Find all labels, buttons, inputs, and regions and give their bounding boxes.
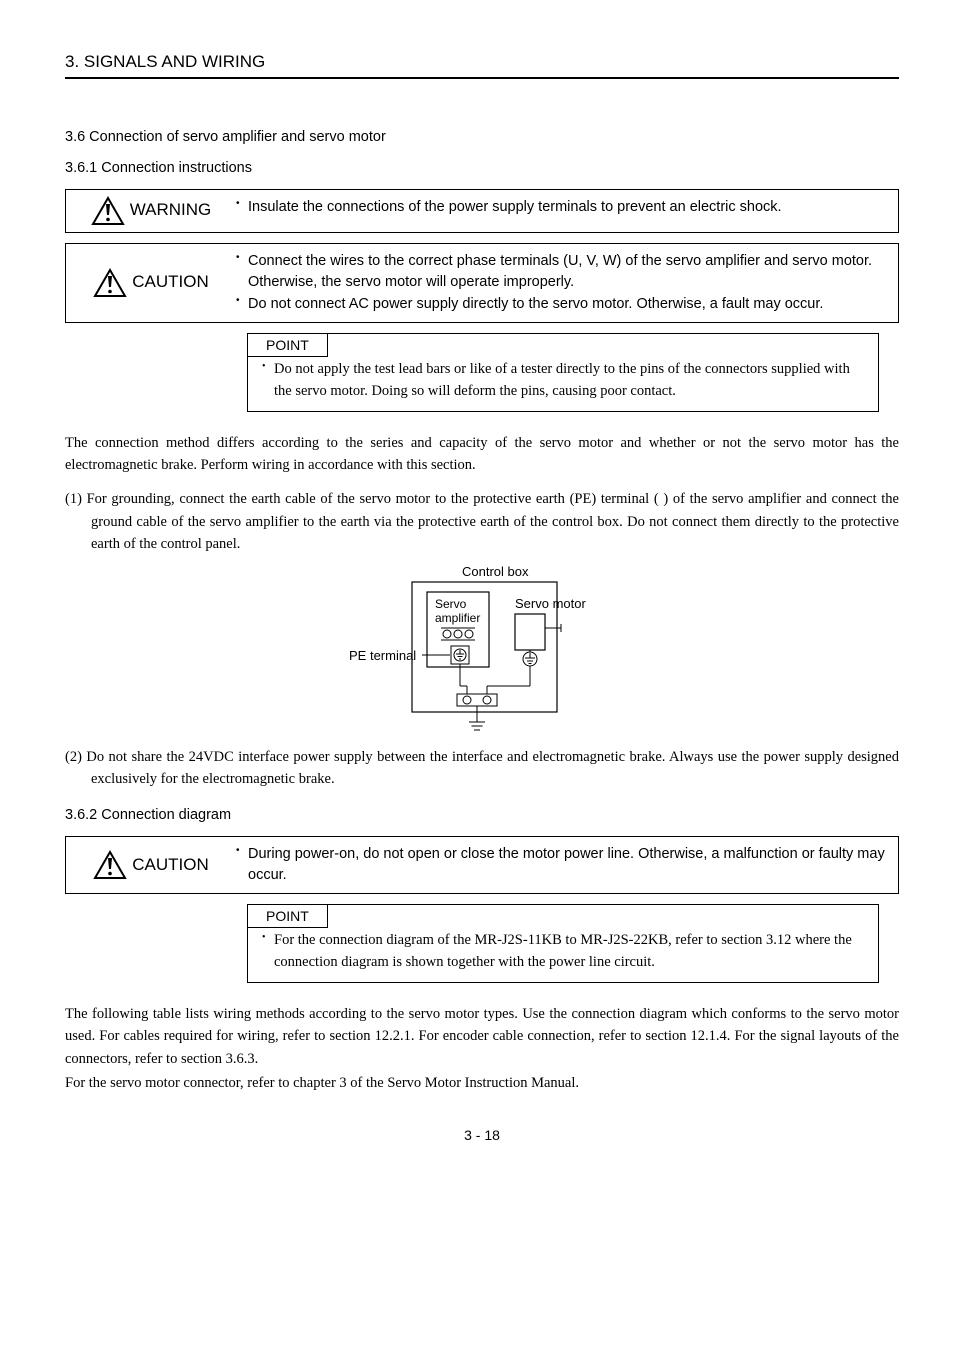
caution-label-2: CAUTION — [66, 837, 236, 893]
page-number: 3 - 18 — [65, 1125, 899, 1145]
num1-prefix: (1) — [65, 491, 87, 507]
point1-text: Do not apply the test lead bars or like … — [262, 359, 864, 403]
numbered-item-1: (1) For grounding, connect the earth cab… — [65, 488, 899, 555]
warning-box: WARNING Insulate the connections of the … — [65, 189, 899, 233]
diagram-pe-label: PE terminal — [349, 648, 416, 663]
heading-3-6-1: 3.6.1 Connection instructions — [65, 158, 899, 179]
caution2-item1: During power-on, do not open or close th… — [236, 844, 886, 886]
num2-text: Do not share the 24VDC interface power s… — [86, 749, 899, 787]
diagram-title: Control box — [462, 564, 529, 579]
num1-text: For grounding, connect the earth cable o… — [87, 491, 899, 552]
paragraph-intro: The connection method differs according … — [65, 432, 899, 477]
caution-box-1: CAUTION Connect the wires to the correct… — [65, 243, 899, 323]
warning-label: WARNING — [66, 190, 236, 232]
caution-label-text-2: CAUTION — [132, 853, 209, 878]
caution1-item1: Connect the wires to the correct phase t… — [236, 251, 886, 293]
caution1-item2: Do not connect AC power supply directly … — [236, 294, 886, 315]
point-content-2: For the connection diagram of the MR-J2S… — [248, 928, 878, 982]
point-tab-1: POINT — [248, 334, 328, 357]
caution-label-text-1: CAUTION — [132, 270, 209, 295]
control-box-diagram: Control box Servo amplifier PE terminal … — [317, 564, 647, 734]
warning-text: Insulate the connections of the power su… — [236, 190, 898, 232]
caution-text-2: During power-on, do not open or close th… — [236, 837, 898, 893]
caution-box-2: CAUTION During power-on, do not open or … — [65, 836, 899, 894]
paragraph-tail-2: For the servo motor connector, refer to … — [65, 1072, 899, 1094]
paragraph-tail-1: The following table lists wiring methods… — [65, 1003, 899, 1070]
point2-text: For the connection diagram of the MR-J2S… — [262, 930, 864, 974]
point-tab-2: POINT — [248, 905, 328, 928]
diagram-motor-label: Servo motor — [515, 596, 586, 611]
point-box-2: POINT For the connection diagram of the … — [247, 904, 879, 983]
warning-triangle-icon — [91, 196, 125, 226]
caution-text-1: Connect the wires to the correct phase t… — [236, 244, 898, 322]
heading-3-6: 3.6 Connection of servo amplifier and se… — [65, 127, 899, 148]
heading-3-6-2: 3.6.2 Connection diagram — [65, 805, 899, 826]
num2-prefix: (2) — [65, 749, 86, 765]
diagram-amp-label-1: Servo — [435, 597, 467, 611]
section-header: 3. SIGNALS AND WIRING — [65, 50, 899, 79]
warning-label-text: WARNING — [130, 198, 212, 223]
caution-triangle-icon-2 — [93, 850, 127, 880]
point-box-1: POINT Do not apply the test lead bars or… — [247, 333, 879, 412]
warning-item: Insulate the connections of the power su… — [236, 197, 886, 218]
caution-label-1: CAUTION — [66, 244, 236, 322]
numbered-item-2: (2) Do not share the 24VDC interface pow… — [65, 746, 899, 791]
point-content-1: Do not apply the test lead bars or like … — [248, 357, 878, 411]
diagram-amp-label-2: amplifier — [435, 611, 480, 625]
caution-triangle-icon — [93, 268, 127, 298]
